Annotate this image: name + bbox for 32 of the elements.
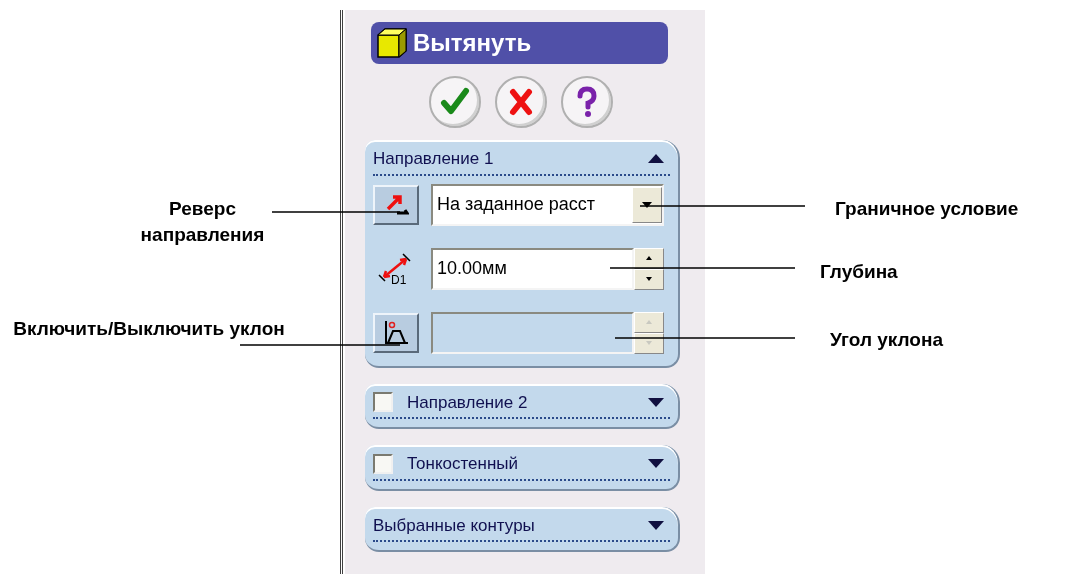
callout-label: Глубина (820, 260, 899, 284)
collapse-arrow-icon[interactable] (648, 154, 664, 164)
cube-icon (375, 27, 409, 59)
spin-up-button[interactable] (634, 247, 664, 269)
down-arrow-icon (644, 275, 654, 283)
down-arrow-icon (644, 339, 654, 347)
draft-toggle-button[interactable] (373, 312, 419, 353)
expand-arrow-icon[interactable] (648, 397, 664, 407)
callout-label: Угол уклона (830, 328, 945, 352)
expand-arrow-icon[interactable] (648, 459, 664, 469)
reverse-direction-button[interactable] (373, 184, 419, 225)
callout-label: Включить/Выключить уклон (12, 317, 286, 341)
end-condition-dropdown[interactable]: На заданное расст (431, 183, 664, 226)
checkbox[interactable] (373, 392, 393, 413)
group-title: Выбранные контуры (373, 514, 536, 537)
group-title: Направление 2 (407, 391, 529, 414)
up-arrow-icon (644, 318, 654, 326)
panel-title: Вытянуть (413, 28, 532, 58)
draft-icon (382, 318, 410, 347)
expand-arrow-icon[interactable] (648, 520, 664, 530)
callout-label: Граничное условие (835, 197, 1020, 221)
group-title: Тонкостенный (407, 453, 520, 475)
cancel-button[interactable] (495, 76, 547, 128)
dimension-label: D1 (391, 272, 407, 287)
callout-label: Реверс направления (140, 197, 265, 247)
help-button[interactable] (561, 76, 613, 128)
checkbox[interactable] (373, 453, 393, 474)
spin-down-button[interactable] (634, 268, 664, 290)
group-title: Направление 1 (373, 148, 495, 170)
ok-button[interactable] (429, 76, 481, 128)
up-arrow-icon (644, 254, 654, 262)
depth-field[interactable]: 10.00мм (431, 247, 634, 290)
